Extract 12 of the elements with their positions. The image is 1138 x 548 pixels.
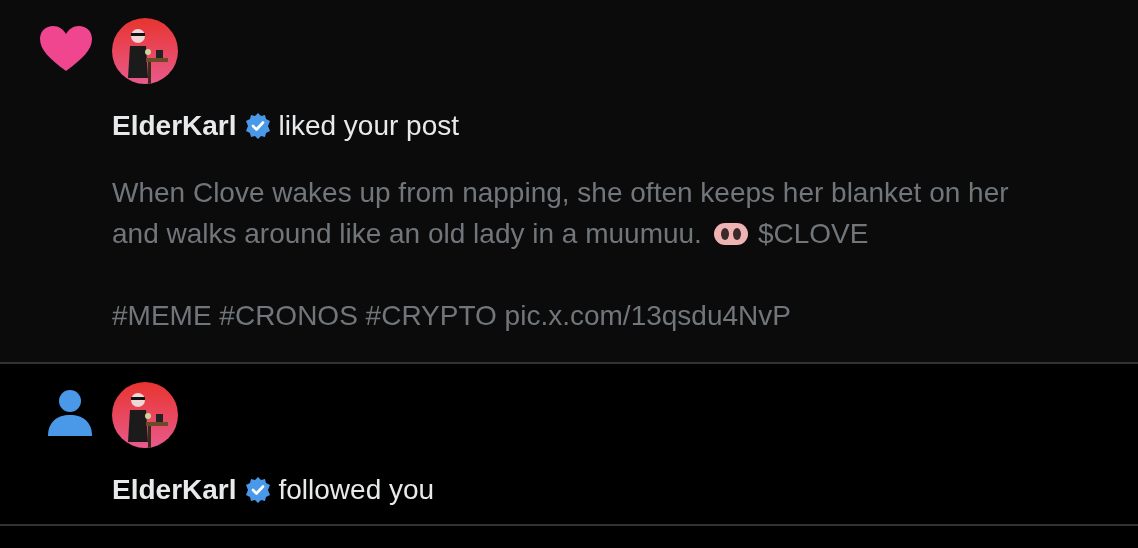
notification-card[interactable]: ElderKarl liked your post When Clove wakes up from napping, she often keeps her blanket on her and walks around like an old lady in a muumuu. $CLOVE #MEME #CRONOS #CRYPTO pic.x.com/13qsdu4NvP — [0, 0, 1138, 364]
pig-nose-icon — [713, 222, 748, 245]
heart-icon — [40, 26, 92, 72]
hashtags-text: #MEME #CRONOS #CRYPTO pic.x.com/13qsdu4NvP — [112, 299, 792, 333]
notification-text: followed you — [278, 474, 435, 506]
user-name[interactable]: ElderKarl — [112, 110, 237, 142]
user-name[interactable]: ElderKarl — [112, 474, 237, 506]
cashtag-text: $CLOVE — [757, 217, 869, 251]
post-text: When Clove wakes up from napping, she often keeps her blanket on her — [112, 176, 1010, 210]
notification-text: liked your post — [278, 110, 460, 142]
post-text: and walks around like an old lady in a muumuu. — [112, 217, 702, 251]
person-icon — [48, 390, 92, 436]
